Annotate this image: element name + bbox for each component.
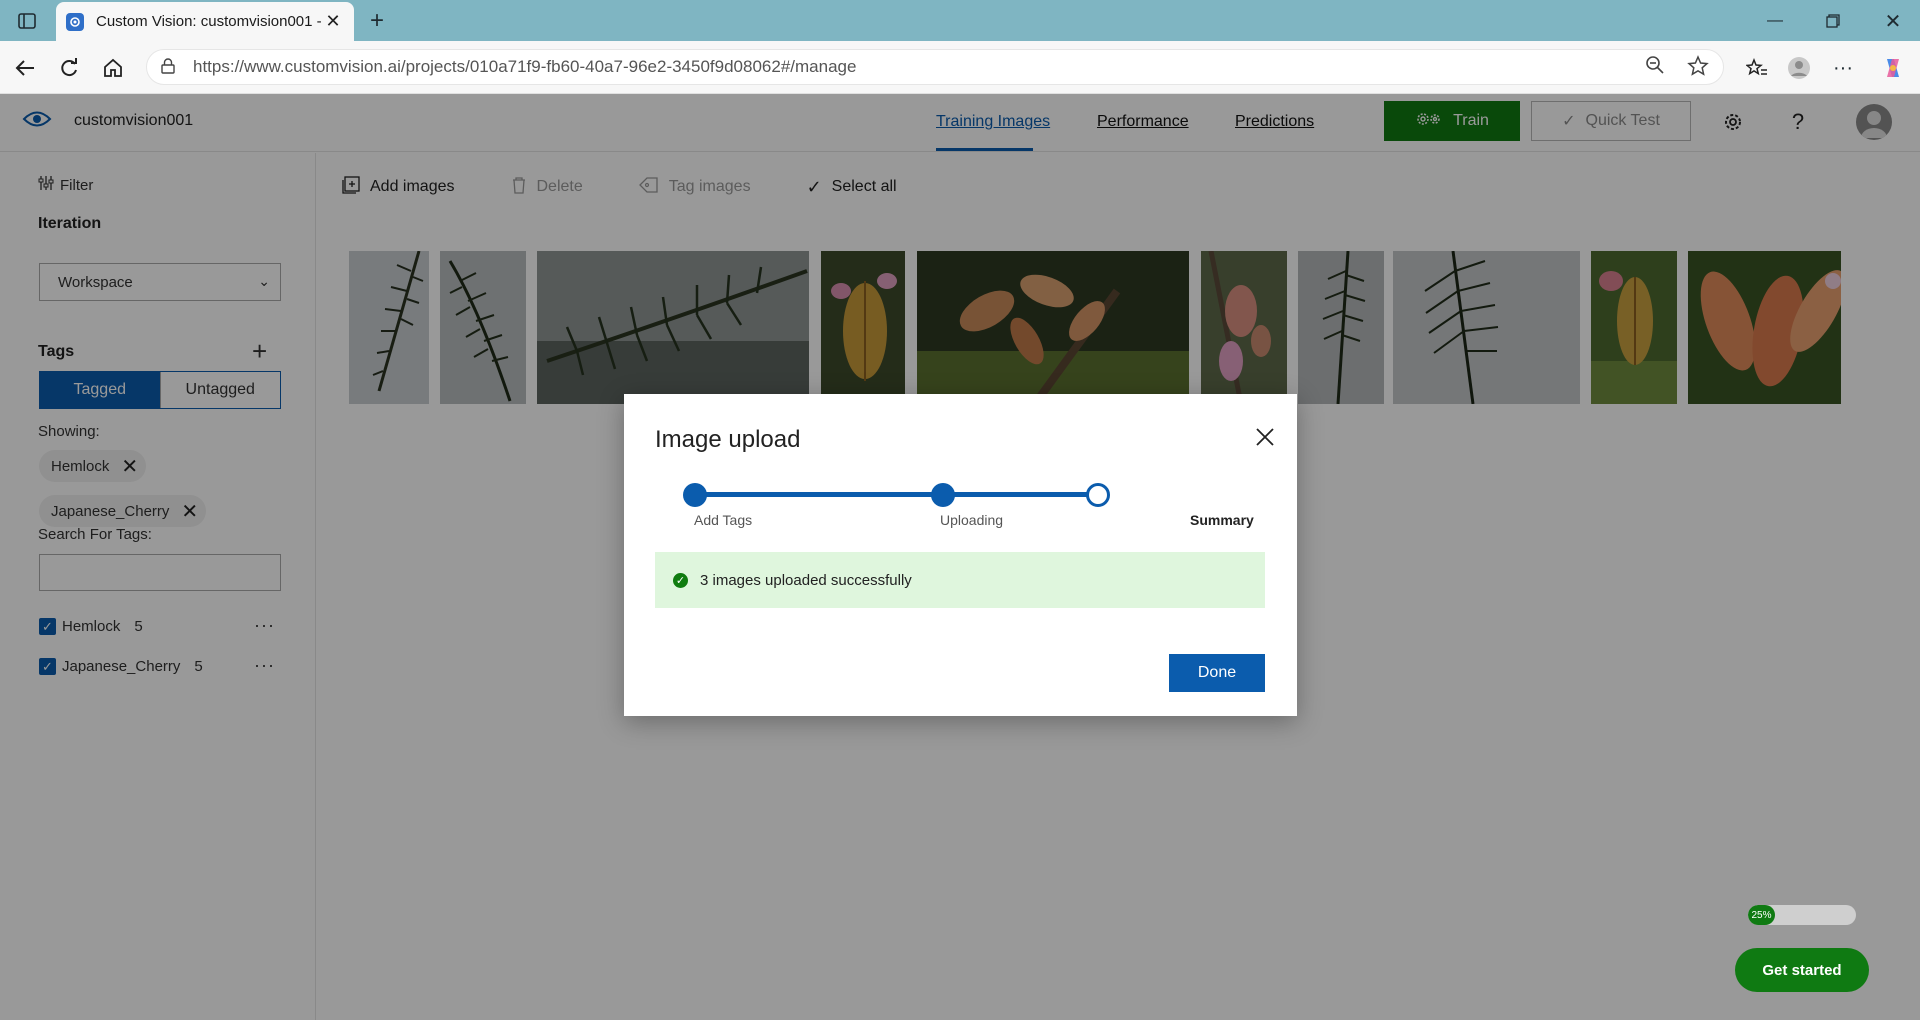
onboarding-progress-bar: 25% bbox=[1748, 905, 1856, 925]
step-dot-uploading bbox=[931, 483, 955, 507]
favorites-icon[interactable] bbox=[1740, 51, 1774, 85]
browser-tab-bar: Custom Vision: customvision001 - ✕ + — ✕ bbox=[0, 0, 1920, 41]
new-tab-icon[interactable]: + bbox=[362, 6, 392, 36]
back-icon[interactable] bbox=[8, 51, 42, 85]
success-message: 3 images uploaded successfully bbox=[700, 571, 912, 589]
home-icon[interactable] bbox=[96, 51, 130, 85]
restore-icon[interactable] bbox=[1810, 4, 1856, 38]
more-options-icon[interactable]: ··· bbox=[1826, 51, 1860, 85]
step-label-summary: Summary bbox=[1190, 512, 1254, 528]
onboarding-progress-fill: 25% bbox=[1748, 905, 1775, 925]
favorite-star-icon[interactable] bbox=[1687, 55, 1709, 83]
browser-tab-active[interactable]: Custom Vision: customvision001 - ✕ bbox=[56, 2, 354, 41]
upload-success-banner: ✓ 3 images uploaded successfully bbox=[655, 552, 1265, 608]
upload-stepper: Add Tags Uploading Summary bbox=[624, 394, 1297, 534]
zoom-icon[interactable] bbox=[1645, 55, 1665, 83]
step-dot-add-tags bbox=[683, 483, 707, 507]
browser-tab-title: Custom Vision: customvision001 - bbox=[96, 13, 322, 30]
url-path: /projects/010a71f9-fb60-40a7-96e2-3450f9… bbox=[400, 57, 857, 76]
reload-icon[interactable] bbox=[52, 51, 86, 85]
minimize-icon[interactable]: — bbox=[1752, 4, 1798, 38]
url-host: https://www.customvision.ai bbox=[193, 57, 401, 76]
step-dot-summary bbox=[1086, 483, 1110, 507]
image-upload-dialog: Image upload Add Tags Uploading Summary … bbox=[624, 394, 1297, 716]
step-label-add-tags: Add Tags bbox=[694, 512, 753, 528]
done-button[interactable]: Done bbox=[1169, 654, 1265, 692]
browser-address-bar: https://www.customvision.ai/projects/010… bbox=[0, 41, 1920, 94]
tab-close-icon[interactable]: ✕ bbox=[322, 11, 344, 32]
get-started-button[interactable]: Get started bbox=[1735, 948, 1869, 992]
custom-vision-favicon-icon bbox=[66, 12, 84, 31]
profile-icon[interactable] bbox=[1782, 51, 1816, 85]
success-check-icon: ✓ bbox=[673, 572, 688, 588]
window-close-icon[interactable]: ✕ bbox=[1870, 4, 1916, 38]
site-info-icon[interactable] bbox=[161, 57, 179, 77]
url-text: https://www.customvision.ai/projects/010… bbox=[193, 57, 856, 77]
stepper-track bbox=[706, 492, 1098, 497]
copilot-icon[interactable] bbox=[1876, 51, 1910, 85]
url-field[interactable]: https://www.customvision.ai/projects/010… bbox=[146, 49, 1724, 85]
step-label-uploading: Uploading bbox=[940, 512, 1004, 528]
sidebar-toggle-icon[interactable] bbox=[12, 6, 42, 36]
